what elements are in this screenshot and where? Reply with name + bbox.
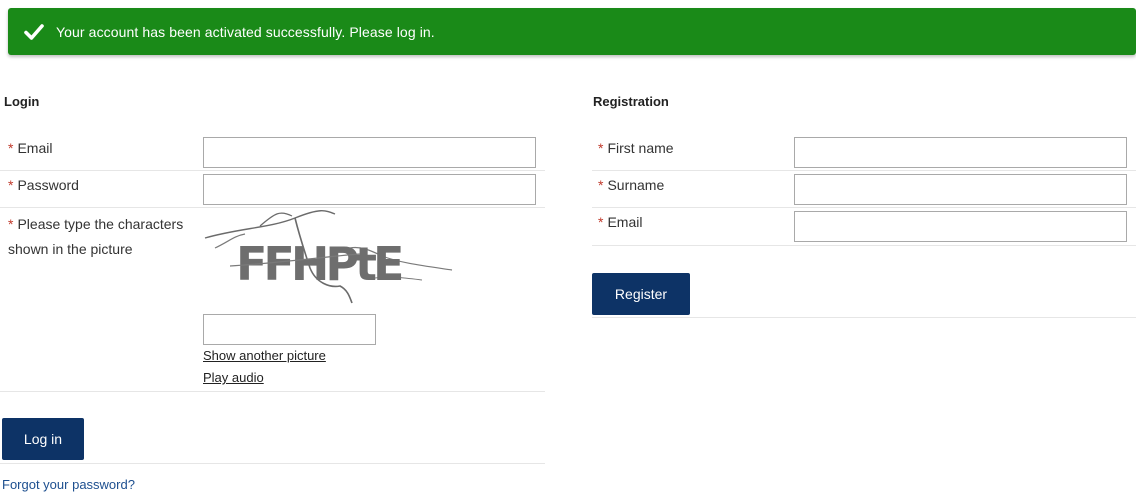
login-password-input[interactable] xyxy=(203,174,536,205)
first-name-label: * First name xyxy=(598,140,674,156)
login-email-input[interactable] xyxy=(203,137,536,168)
captcha-input[interactable] xyxy=(203,314,376,345)
required-mark: * xyxy=(598,140,604,156)
email-label: * Email xyxy=(8,140,53,156)
registration-email-row: * Email xyxy=(592,208,1136,246)
surname-label: * Surname xyxy=(598,177,665,193)
required-mark: * xyxy=(8,177,14,193)
register-button[interactable]: Register xyxy=(592,273,690,315)
captcha-label: * Please type the characters shown in the… xyxy=(8,216,184,257)
required-mark: * xyxy=(598,177,604,193)
login-email-row: * Email xyxy=(0,133,545,171)
success-banner: Your account has been activated successf… xyxy=(8,8,1136,55)
required-mark: * xyxy=(8,216,14,232)
required-mark: * xyxy=(8,140,14,156)
surname-row: * Surname xyxy=(592,171,1136,208)
captcha-row: * Please type the characters shown in the… xyxy=(0,208,545,392)
required-mark: * xyxy=(598,214,604,230)
play-audio-link[interactable]: Play audio xyxy=(203,370,264,385)
forgot-password-link[interactable]: Forgot your password? xyxy=(2,477,135,492)
registration-email-input[interactable] xyxy=(794,211,1127,242)
checkmark-icon xyxy=(14,8,54,55)
first-name-input[interactable] xyxy=(794,137,1127,168)
registration-title: Registration xyxy=(593,94,669,109)
first-name-row: * First name xyxy=(592,133,1136,171)
register-button-row: Register xyxy=(592,246,1136,318)
captcha-image: FFHPtE xyxy=(204,210,453,304)
surname-input[interactable] xyxy=(794,174,1127,205)
login-button-row: Log in xyxy=(0,392,545,464)
login-title: Login xyxy=(4,94,40,109)
login-password-row: * Password xyxy=(0,171,545,208)
show-another-picture-link[interactable]: Show another picture xyxy=(203,348,326,363)
registration-email-label: * Email xyxy=(598,214,643,230)
login-button[interactable]: Log in xyxy=(2,418,84,460)
password-label: * Password xyxy=(8,177,79,193)
banner-message: Your account has been activated successf… xyxy=(56,23,435,40)
